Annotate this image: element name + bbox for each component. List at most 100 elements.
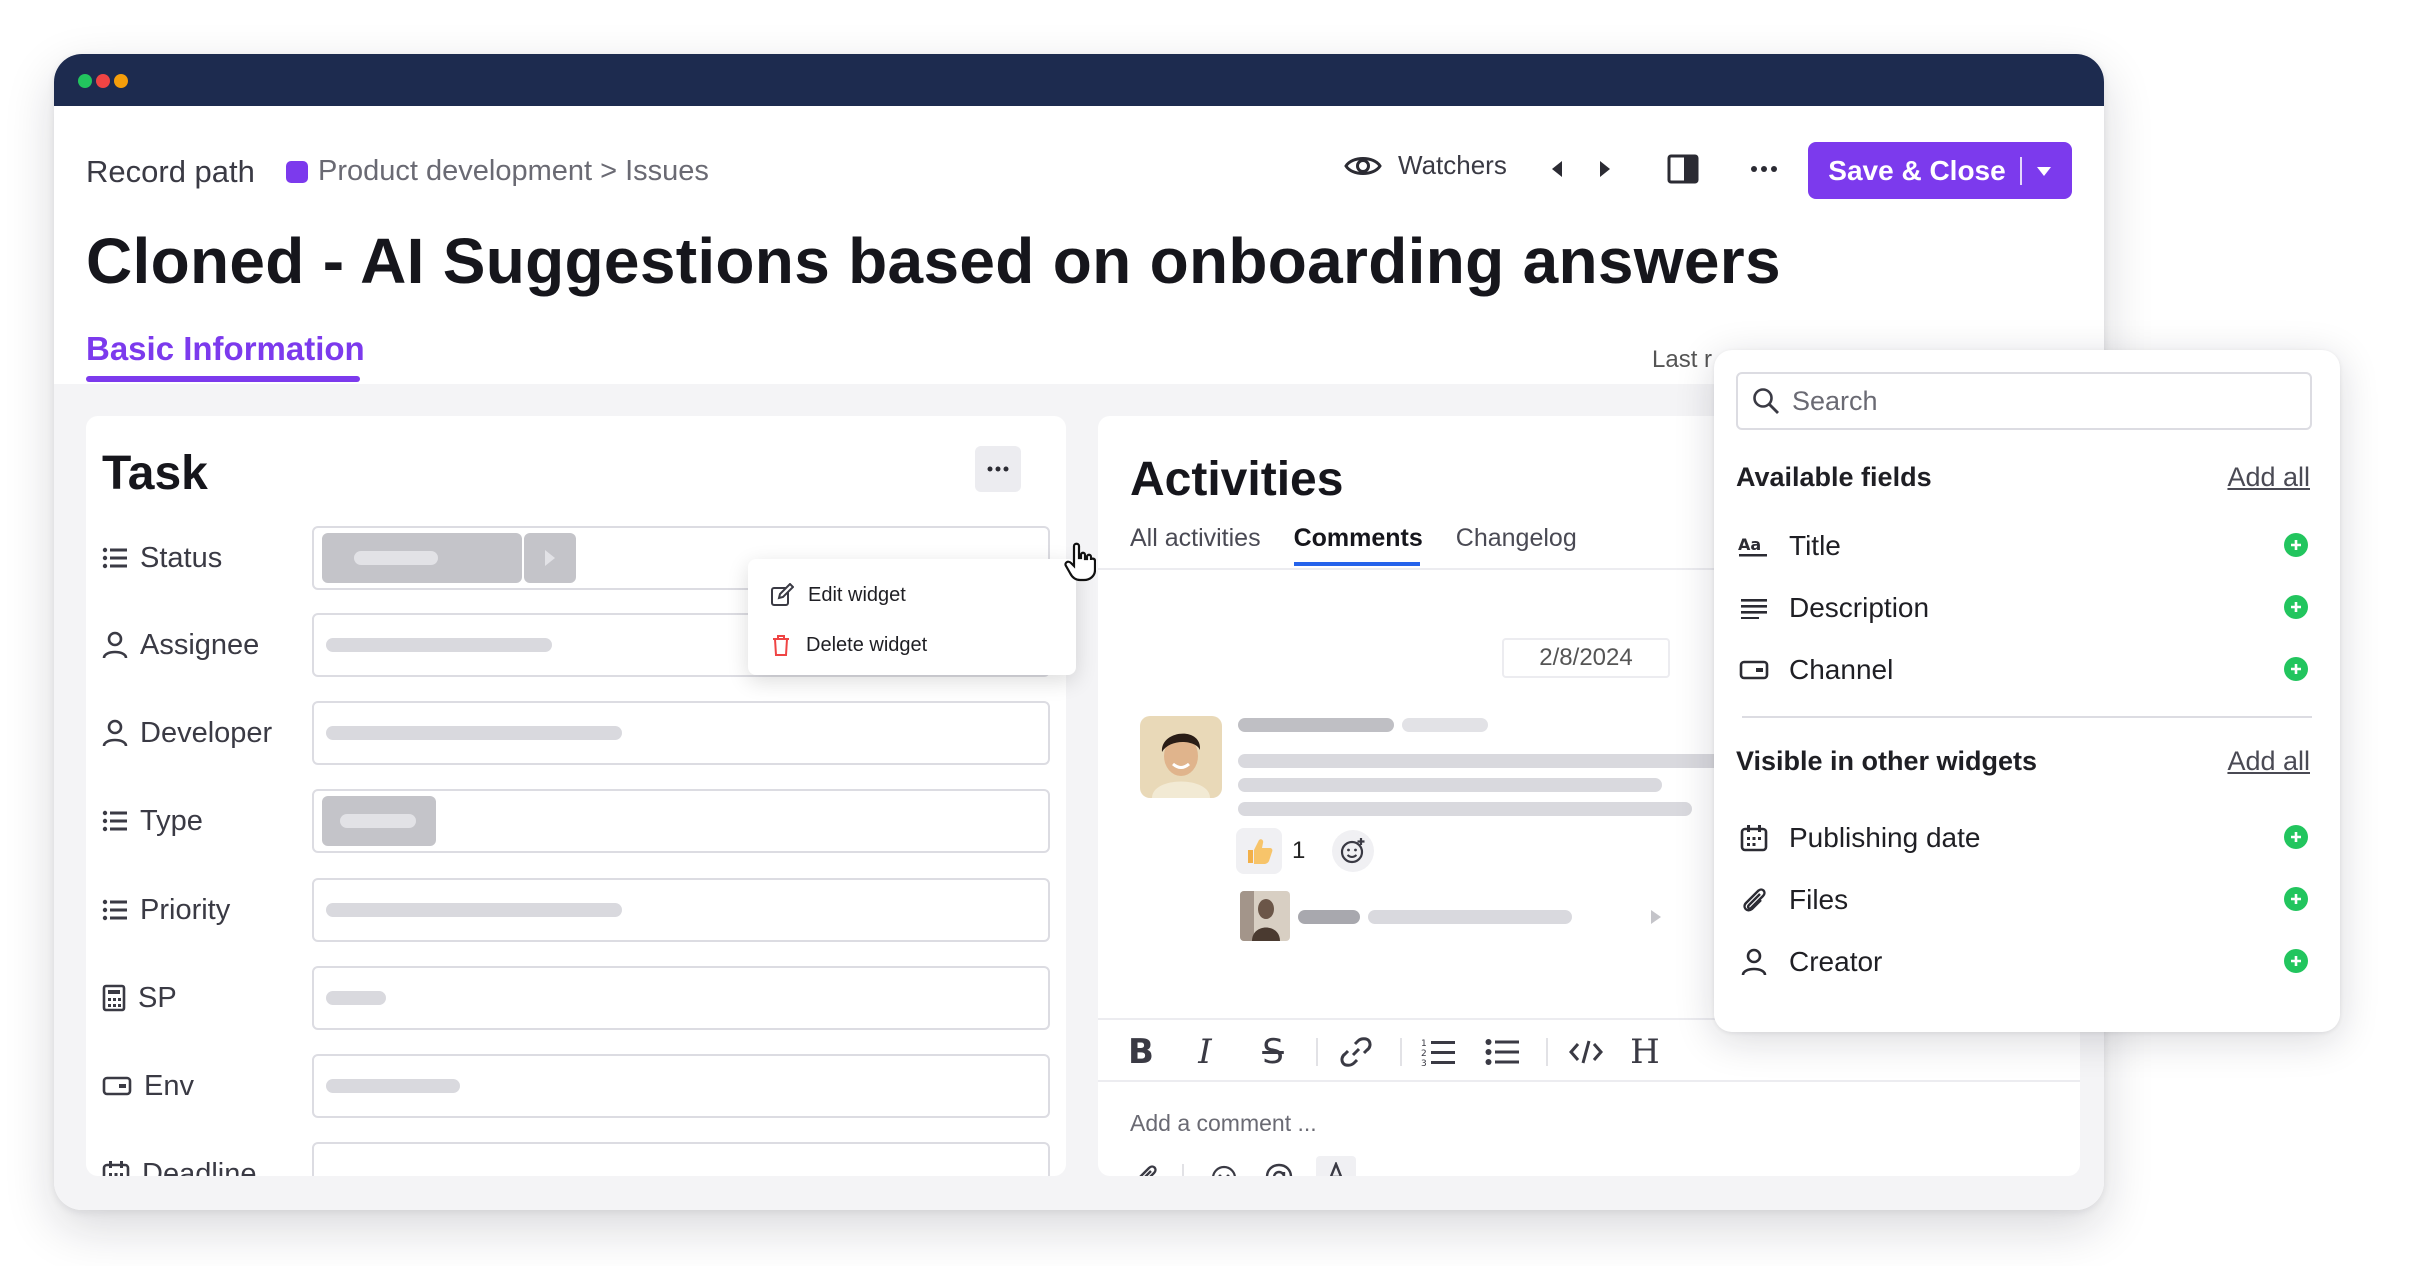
tab-comments[interactable]: Comments: [1294, 524, 1423, 553]
save-and-close-button[interactable]: Save & Close: [1808, 142, 2072, 199]
tab-all-activities[interactable]: All activities: [1130, 524, 1261, 553]
available-add-all-link[interactable]: Add all: [2227, 462, 2310, 493]
field-item-description[interactable]: Description: [1736, 586, 2312, 630]
bold-icon[interactable]: B: [1126, 1032, 1156, 1072]
delete-widget-menu-item[interactable]: Delete widget: [770, 625, 927, 665]
search-input[interactable]: [1792, 385, 2292, 417]
add-reaction-button[interactable]: [1332, 830, 1374, 872]
toggle-sidebar-button[interactable]: [1664, 150, 1702, 188]
user-icon: [1736, 948, 1772, 976]
watchers-button[interactable]: Watchers: [1344, 150, 1507, 181]
comment-text-placeholder: [1238, 754, 1738, 768]
breadcrumb-text[interactable]: Product development > Issues: [318, 155, 709, 188]
paperclip-icon: [1736, 885, 1772, 915]
italic-icon[interactable]: I: [1190, 1032, 1220, 1072]
bullet-list-icon[interactable]: [1484, 1034, 1522, 1070]
task-widget: Task Status Assignee Developer Type Prio…: [86, 416, 1066, 1176]
calendar-icon: [1736, 824, 1772, 852]
field-item-creator[interactable]: Creator: [1736, 940, 2312, 984]
type-select[interactable]: [312, 789, 1050, 853]
tab-active-indicator: [86, 376, 360, 382]
text-format-icon: Aa: [1736, 535, 1772, 557]
tab-changelog[interactable]: Changelog: [1456, 524, 1577, 553]
field-developer: Developer: [102, 701, 1052, 765]
svg-text:Aa: Aa: [1738, 535, 1761, 554]
window-dot-orange[interactable]: [114, 74, 128, 88]
field-label: Type: [102, 789, 203, 853]
deadline-field[interactable]: [312, 1142, 1050, 1176]
paperclip-icon[interactable]: [1130, 1162, 1160, 1176]
window-dot-red[interactable]: [96, 74, 110, 88]
code-icon[interactable]: [1566, 1034, 1606, 1070]
reply-avatar[interactable]: [1240, 891, 1290, 941]
list-icon: [102, 899, 127, 921]
calculator-icon: [102, 984, 126, 1012]
type-chip[interactable]: [322, 796, 436, 846]
last-modified-text: Last r: [1652, 346, 1713, 373]
field-item-title[interactable]: Aa Title: [1736, 524, 2312, 568]
field-label: Developer: [102, 701, 272, 765]
sp-field[interactable]: [312, 966, 1050, 1030]
comment-text-placeholder: [1238, 802, 1692, 816]
expand-replies-icon[interactable]: [1650, 909, 1662, 925]
add-field-icon[interactable]: [2284, 887, 2308, 911]
text-color-button[interactable]: [1316, 1156, 1356, 1176]
emoji-icon[interactable]: [1210, 1164, 1238, 1176]
watchers-label: Watchers: [1398, 150, 1507, 180]
field-label: Deadline: [102, 1142, 256, 1176]
comment-text-placeholder: [1238, 778, 1662, 792]
search-icon: [1753, 388, 1779, 414]
env-field[interactable]: [312, 1054, 1050, 1118]
comment-input[interactable]: Add a comment ...: [1130, 1110, 1317, 1137]
heading-icon[interactable]: H: [1628, 1032, 1662, 1072]
add-field-icon[interactable]: [2284, 657, 2308, 681]
activities-title: Activities: [1130, 453, 1344, 506]
developer-field[interactable]: [312, 701, 1050, 765]
link-icon[interactable]: [1338, 1034, 1374, 1070]
reaction-count: 1: [1292, 837, 1306, 864]
widget-more-button[interactable]: [975, 446, 1021, 492]
field-type: Type: [102, 789, 1052, 853]
tab-basic-information[interactable]: Basic Information: [86, 330, 365, 368]
add-field-icon[interactable]: [2284, 949, 2308, 973]
edit-widget-menu-item[interactable]: Edit widget: [770, 575, 906, 615]
widget-context-menu: Edit widget Delete widget: [748, 559, 1076, 675]
field-priority: Priority: [102, 878, 1052, 942]
breadcrumb[interactable]: Product development > Issues: [286, 155, 709, 188]
paragraph-icon: [1736, 597, 1772, 619]
priority-field[interactable]: [312, 878, 1050, 942]
add-field-icon[interactable]: [2284, 533, 2308, 557]
more-options-button[interactable]: [1746, 152, 1782, 186]
ellipsis-icon: [987, 466, 1009, 472]
search-field[interactable]: [1736, 372, 2312, 430]
field-item-channel[interactable]: Channel: [1736, 648, 2312, 692]
reaction-thumbs-up[interactable]: 1: [1236, 828, 1305, 874]
field-item-files[interactable]: Files: [1736, 878, 2312, 922]
status-chip[interactable]: [322, 533, 522, 583]
strikethrough-icon[interactable]: S: [1256, 1032, 1290, 1072]
add-field-icon[interactable]: [2284, 595, 2308, 619]
visible-add-all-link[interactable]: Add all: [2227, 746, 2310, 777]
caret-left-icon: [1552, 161, 1562, 177]
field-label: SP: [102, 966, 177, 1030]
tag-icon: [1736, 659, 1772, 681]
field-label: Priority: [102, 878, 230, 942]
next-record-button[interactable]: [1590, 154, 1620, 184]
avatar[interactable]: [1140, 716, 1222, 798]
field-item-publishing-date[interactable]: Publishing date: [1736, 816, 2312, 860]
window-dot-green[interactable]: [78, 74, 92, 88]
page-title[interactable]: Cloned - AI Suggestions based on onboard…: [86, 224, 1781, 298]
caret-right-icon: [545, 550, 555, 566]
mention-icon[interactable]: [1264, 1162, 1294, 1176]
activities-tabs: All activities Comments Changelog: [1130, 524, 1577, 553]
hand-cursor-icon: [1064, 542, 1096, 582]
field-deadline: Deadline: [102, 1142, 1052, 1176]
dropdown-caret-icon[interactable]: [2036, 165, 2052, 177]
previous-record-button[interactable]: [1542, 154, 1572, 184]
save-divider: [2019, 156, 2022, 185]
date-separator: 2/8/2024: [1502, 638, 1670, 678]
status-chip-arrow[interactable]: [524, 533, 576, 583]
ordered-list-icon[interactable]: 123: [1420, 1034, 1458, 1070]
add-field-icon[interactable]: [2284, 825, 2308, 849]
emoji-add-icon: [1340, 838, 1365, 864]
